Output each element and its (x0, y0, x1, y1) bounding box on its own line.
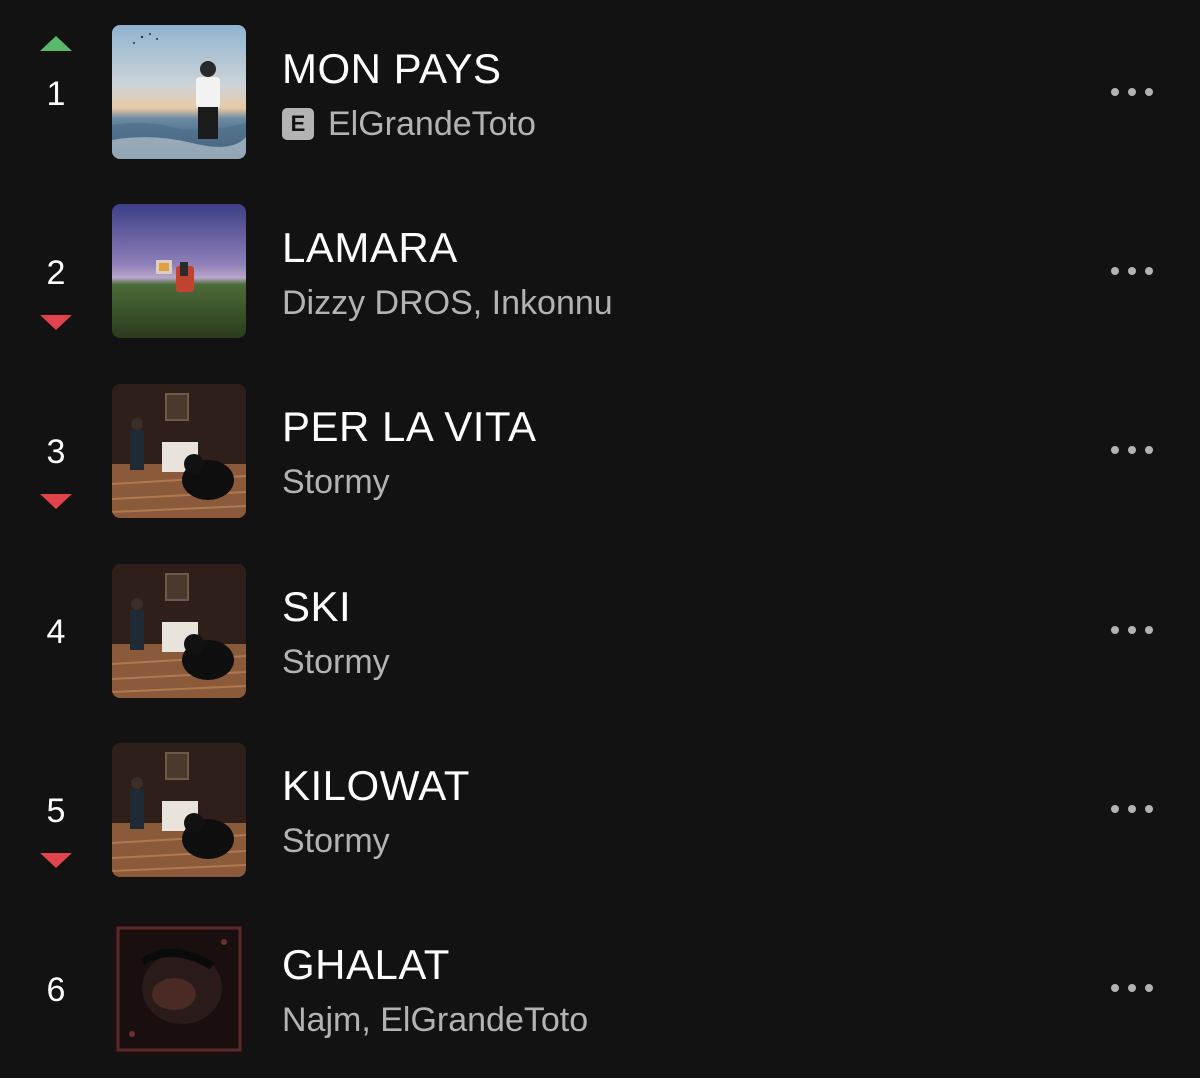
track-title: KILOWAT (282, 762, 470, 809)
rank-number: 6 (46, 971, 66, 1009)
more-horizontal-icon (1111, 267, 1119, 275)
album-cover-image (112, 384, 246, 518)
track-row[interactable]: 2 LAMARA Dizzy DROS, Inkonnu (0, 181, 1200, 361)
album-cover-image (112, 564, 246, 698)
track-row[interactable]: 6 GHALAT Najm, ElGrandeToto (0, 898, 1200, 1078)
more-options-button[interactable] (1100, 968, 1164, 1008)
rank-column: 1 (20, 2, 92, 182)
rank-column: 5 (20, 719, 92, 899)
rank-number: 3 (46, 433, 66, 471)
explicit-badge: E (282, 108, 314, 140)
rank-column: 2 (20, 181, 92, 361)
track-artist-line: E ElGrandeToto (282, 104, 536, 144)
more-options-button[interactable] (1100, 610, 1164, 650)
rank-number: 2 (46, 254, 66, 292)
track-title: GHALAT (282, 941, 450, 988)
album-cover[interactable] (112, 564, 246, 698)
more-horizontal-icon (1111, 805, 1119, 813)
trend-down-icon (40, 494, 72, 509)
track-row[interactable]: 4 SKI Stormy (0, 540, 1200, 720)
track-artists: Stormy (282, 822, 390, 860)
more-options-button[interactable] (1100, 251, 1164, 291)
track-list: 1 MON PAYS E ElGrandeToto 2 LAMARA Dizzy… (0, 0, 1200, 1064)
track-row[interactable]: 5 KILOWAT Stormy (0, 719, 1200, 899)
track-artist-line: Stormy (282, 462, 390, 502)
trend-down-icon (40, 853, 72, 868)
album-cover[interactable] (112, 743, 246, 877)
album-cover-image (112, 743, 246, 877)
rank-column: 3 (20, 360, 92, 540)
rank-number: 4 (46, 613, 66, 651)
album-cover[interactable] (112, 25, 246, 159)
album-cover-image (112, 204, 246, 338)
rank-number: 5 (46, 792, 66, 830)
trend-up-icon (40, 36, 72, 51)
album-cover[interactable] (112, 384, 246, 518)
more-options-button[interactable] (1100, 789, 1164, 829)
track-row[interactable]: 1 MON PAYS E ElGrandeToto (0, 2, 1200, 182)
album-cover-image (112, 25, 246, 159)
track-artists: Stormy (282, 463, 390, 501)
track-artists: Stormy (282, 643, 390, 681)
rank-column: 4 (20, 540, 92, 720)
album-cover-image (112, 922, 246, 1056)
album-cover[interactable] (112, 922, 246, 1056)
track-title: MON PAYS (282, 45, 502, 92)
track-artist-line: Stormy (282, 821, 390, 861)
track-artist-line: Dizzy DROS, Inkonnu (282, 283, 613, 323)
trend-down-icon (40, 315, 72, 330)
track-title: LAMARA (282, 224, 458, 271)
track-artists: Dizzy DROS, Inkonnu (282, 284, 613, 322)
more-horizontal-icon (1111, 984, 1119, 992)
track-artist-line: Stormy (282, 642, 390, 682)
track-title: PER LA VITA (282, 403, 537, 450)
track-artists: Najm, ElGrandeToto (282, 1001, 589, 1039)
more-options-button[interactable] (1100, 430, 1164, 470)
album-cover[interactable] (112, 204, 246, 338)
track-title: SKI (282, 583, 352, 630)
more-horizontal-icon (1111, 446, 1119, 454)
more-options-button[interactable] (1100, 72, 1164, 112)
more-horizontal-icon (1111, 88, 1119, 96)
track-artist-line: Najm, ElGrandeToto (282, 1000, 588, 1040)
rank-number: 1 (46, 75, 66, 113)
rank-column: 6 (20, 898, 92, 1078)
more-horizontal-icon (1111, 626, 1119, 634)
track-artists: ElGrandeToto (328, 105, 536, 143)
track-row[interactable]: 3 PER LA VITA Stormy (0, 360, 1200, 540)
